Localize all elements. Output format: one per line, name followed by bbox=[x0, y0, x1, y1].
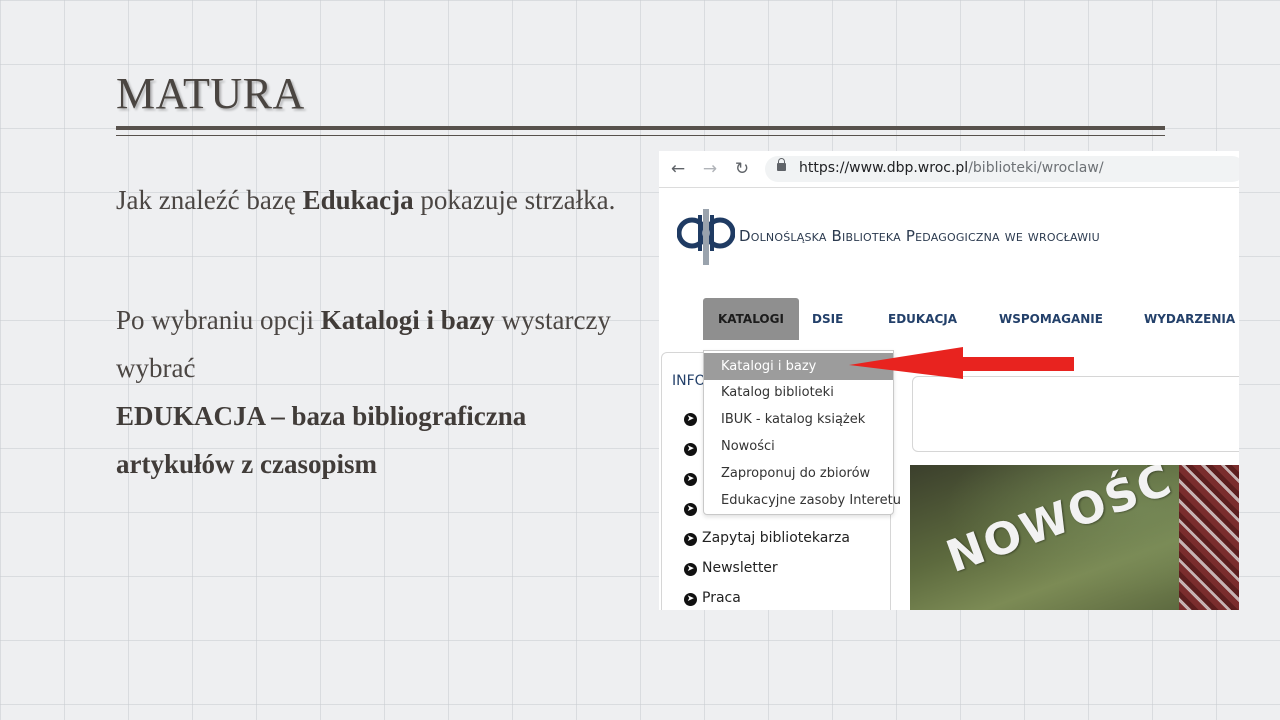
url-main: https://www.dbp.wroc.pl bbox=[799, 160, 969, 176]
nav-katalogi[interactable]: KATALOGI bbox=[703, 298, 799, 340]
browser-toolbar: ← → ↻ https://www.dbp.wroc.pl/biblioteki… bbox=[659, 151, 1239, 188]
dropdown-item-ibuk[interactable]: IBUK - katalog książek bbox=[704, 406, 893, 433]
reload-icon[interactable]: ↻ bbox=[730, 157, 754, 181]
arrow-circle-icon: ➤ bbox=[684, 413, 697, 426]
arrow-circle-icon: ➤ bbox=[684, 593, 697, 606]
sidebar-item-praca[interactable]: Praca bbox=[702, 590, 741, 606]
website-screenshot: ← → ↻ https://www.dbp.wroc.pl/biblioteki… bbox=[659, 151, 1239, 610]
address-bar[interactable]: https://www.dbp.wroc.pl/biblioteki/wrocl… bbox=[765, 156, 1239, 182]
library-name: Dolnośląska Biblioteka Pedagogiczna we w… bbox=[739, 227, 1100, 245]
dbp-logo bbox=[677, 209, 735, 265]
p2-text-a: Po wybraniu opcji bbox=[116, 305, 321, 335]
instruction-paragraph-2: Po wybraniu opcji Katalogi i bazy wystar… bbox=[116, 296, 636, 488]
arrow-circle-icon: ➤ bbox=[684, 563, 697, 576]
instruction-paragraph-1: Jak znaleźć bazę Edukacja pokazuje strza… bbox=[116, 176, 636, 224]
p1-text-b: pokazuje strzałka. bbox=[413, 185, 616, 215]
sidebar-item-newsletter[interactable]: Newsletter bbox=[702, 560, 778, 576]
slide-title: MATURA bbox=[116, 69, 305, 118]
dropdown-item-katalog-biblioteki[interactable]: Katalog biblioteki bbox=[704, 379, 893, 406]
p2-bold-katalogi: Katalogi i bazy bbox=[320, 305, 495, 335]
dropdown-item-nowosci[interactable]: Nowości bbox=[704, 433, 893, 460]
banner-photo-person bbox=[1179, 465, 1239, 610]
news-banner[interactable]: NOWOŚĆ bbox=[910, 465, 1239, 610]
title-rule-thin bbox=[116, 135, 1165, 136]
arrow-circle-icon: ➤ bbox=[684, 503, 697, 516]
arrow-circle-icon: ➤ bbox=[684, 533, 697, 546]
p1-bold-edukacja: Edukacja bbox=[302, 185, 414, 215]
dropdown-item-zaproponuj[interactable]: Zaproponuj do zbiorów bbox=[704, 460, 893, 487]
dropdown-item-zasoby-internetu[interactable]: Edukacyjne zasoby Interetu bbox=[704, 487, 901, 514]
arrow-right-icon[interactable]: → bbox=[698, 157, 722, 181]
nav-edukacja[interactable]: EDUKACJA bbox=[888, 298, 957, 340]
search-panel bbox=[912, 376, 1239, 452]
red-arrow-indicator bbox=[849, 347, 1074, 379]
sidebar-header: INFO bbox=[672, 373, 706, 389]
nav-wydarzenia[interactable]: WYDARZENIA bbox=[1144, 298, 1235, 340]
banner-text: NOWOŚĆ bbox=[940, 465, 1180, 583]
nav-dsie[interactable]: DSIE bbox=[812, 298, 843, 340]
arrow-left-icon[interactable]: ← bbox=[666, 157, 690, 181]
p1-text-a: Jak znaleźć bazę bbox=[116, 185, 303, 215]
sidebar-item-zapytaj[interactable]: Zapytaj bibliotekarza bbox=[702, 530, 850, 546]
url-text: https://www.dbp.wroc.pl/biblioteki/wrocl… bbox=[799, 160, 1104, 176]
arrow-circle-icon: ➤ bbox=[684, 473, 697, 486]
p2-bold-edukacja-baza: EDUKACJA – baza bibliograficzna artykułó… bbox=[116, 401, 527, 479]
nav-wspomaganie[interactable]: WSPOMAGANIE bbox=[999, 298, 1103, 340]
arrow-circle-icon: ➤ bbox=[684, 443, 697, 456]
title-rule bbox=[116, 126, 1165, 130]
lock-icon bbox=[777, 158, 786, 171]
url-path: /biblioteki/wroclaw/ bbox=[968, 160, 1104, 176]
